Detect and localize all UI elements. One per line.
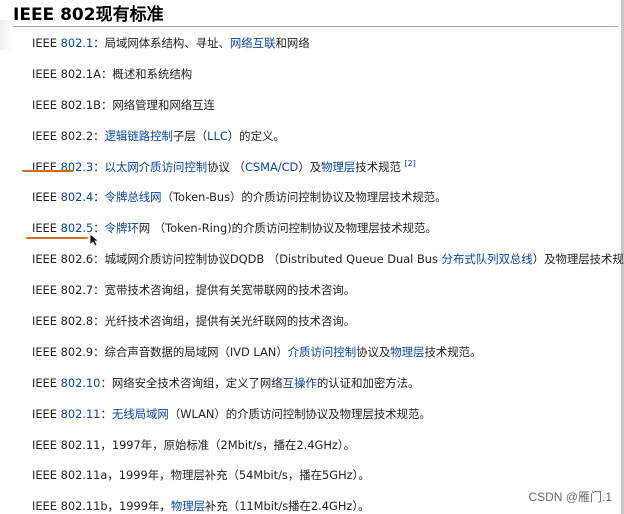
wiki-link[interactable]: 互操作 [283, 376, 317, 390]
item-text: IEEE [32, 36, 61, 50]
wiki-link[interactable]: 介质访问控制 [288, 345, 356, 359]
wiki-link[interactable]: 802.4 [61, 190, 94, 204]
item-text: IEEE 802.1B：网络管理和网络互连 [32, 97, 215, 112]
list-item: IEEE 802.10：网络安全技术咨询组，定义了网络互操作的认证和加密方法。 [32, 370, 622, 401]
item-text: IEEE 802.2： [32, 128, 105, 143]
item-text: ： [100, 406, 112, 421]
item-text: 技术规范。 [424, 344, 482, 359]
wiki-link[interactable]: 物理层 [390, 345, 424, 359]
list-item: IEEE 802.9：综合声音数据的局域网（IVD LAN）介质访问控制协议及物… [32, 339, 622, 370]
item-text: 补充（11Mbit/s播在2.4GHz）。 [205, 499, 370, 514]
item-text: （WLAN）的介质访问控制协议及物理层技术规范。 [168, 406, 431, 421]
item-text: IEEE 802.9：综合声音数据的局域网（IVD LAN） [32, 344, 288, 359]
list-item: IEEE 802.1A：概述和系统结构 [32, 61, 622, 92]
item-text: 和网络 [275, 36, 310, 50]
item-text: IEEE 802.11b，1999年， [32, 499, 171, 514]
annotation-underline-802-5 [26, 237, 88, 239]
item-text: （Token-Bus）的介质访问控制协议及物理层技术规范。 [161, 190, 447, 205]
item-text: IEEE [32, 190, 61, 205]
list-item: IEEE 802.2：逻辑链路控制子层（LLC）的定义。 [32, 123, 622, 154]
list-item: IEEE 802.11，1997年，原始标准（2Mbit/s，播在2.4GHz）… [32, 432, 622, 463]
annotation-underline-802-3 [22, 170, 74, 172]
item-text: 协议 （ [207, 159, 245, 174]
list-item: IEEE 802.1：局域网体系结构、寻址、网络互联和网络 [32, 30, 622, 61]
left-shade [0, 20, 14, 50]
wiki-link[interactable]: 802.11 [61, 407, 101, 421]
wiki-link[interactable]: 逻辑链路控制 [105, 129, 173, 143]
item-text: ）及物理层技术规范。 [532, 252, 624, 267]
watermark: CSDN @雁门.1 [528, 490, 612, 504]
item-text: ： [93, 159, 105, 174]
item-text: ：网络安全技术咨询组，定义了网络 [100, 375, 283, 390]
wiki-link[interactable]: 无线局域网 [112, 407, 169, 421]
standards-list: IEEE 802.1：局域网体系结构、寻址、网络互联和网络 IEEE 802.1A… [32, 30, 624, 514]
item-text: ）及 [298, 159, 322, 174]
item-text: ： [93, 190, 105, 205]
section-heading: IEEE 802现有标准 [13, 5, 164, 25]
item-text: IEEE 802.11，1997年，原始标准（2Mbit/s，播在2.4GHz）… [32, 437, 355, 452]
page: IEEE 802现有标准 IEEE 802.1：局域网体系结构、寻址、网络互联和… [0, 0, 624, 514]
item-text: 的认证和加密方法。 [316, 375, 420, 390]
item-text: IEEE 802.11a，1999年，物理层补充（54Mbit/s，播在5GHz… [32, 468, 370, 483]
item-text: IEEE [32, 221, 61, 236]
item-text: 协议及 [356, 344, 391, 359]
wiki-link[interactable]: 物理层 [321, 160, 355, 174]
wiki-link[interactable]: LLC [207, 129, 228, 143]
item-text: 子层（ [172, 128, 208, 143]
list-item: IEEE 802.6：城域网介质访问控制协议DQDB （Distributed … [32, 246, 624, 277]
wiki-link[interactable]: 物理层 [171, 499, 205, 513]
wiki-link[interactable]: 802.10 [61, 376, 101, 390]
item-text: ：局域网体系结构、寻址、 [93, 36, 230, 50]
wiki-link[interactable]: 令牌总线网 [105, 190, 162, 204]
item-text: 网 （Token-Ring)的介质访问控制协议及物理层技术规范。 [138, 221, 437, 236]
wiki-link[interactable]: CSMA/CD [245, 160, 298, 174]
wiki-link[interactable]: 网络互联 [230, 36, 276, 50]
list-item: IEEE 802.3：以太网介质访问控制协议 （CSMA/CD）及物理层技术规范… [32, 154, 622, 185]
list-item: IEEE 802.5：令牌环网 （Token-Ring)的介质访问控制协议及物理… [32, 215, 622, 246]
list-item: IEEE 802.8：光纤技术咨询组，提供有关光纤联网的技术咨询。 [32, 308, 622, 339]
wiki-link[interactable]: 以太网 [105, 160, 139, 174]
list-item: IEEE 802.1B：网络管理和网络互连 [32, 92, 622, 123]
wiki-link[interactable]: 802.1 [61, 36, 94, 50]
reference-link[interactable]: [2] [404, 159, 415, 168]
item-text: ）的定义。 [227, 128, 285, 143]
wiki-link[interactable]: 令牌环 [105, 221, 139, 235]
item-text: IEEE 802.1A：概述和系统结构 [32, 66, 193, 81]
item-text: IEEE [32, 375, 61, 390]
item-text: IEEE 802.6：城域网介质访问控制协议DQDB （Distributed … [32, 252, 442, 267]
heading-divider [13, 26, 618, 27]
wiki-link[interactable]: 分布式队列双总线 [442, 252, 533, 266]
item-text: IEEE 802.7：宽带技术咨询组，提供有关宽带联网的技术咨询。 [32, 283, 356, 298]
list-item: IEEE 802.7：宽带技术咨询组，提供有关宽带联网的技术咨询。 [32, 277, 622, 308]
mouse-cursor-icon [89, 233, 99, 247]
list-item: IEEE 802.4：令牌总线网（Token-Bus）的介质访问控制协议及物理层… [32, 184, 622, 215]
item-text: IEEE [32, 406, 61, 421]
item-text: 技术规范 [355, 159, 405, 174]
wiki-link[interactable]: 介质访问控制 [139, 160, 207, 174]
item-text: IEEE 802.8：光纤技术咨询组，提供有关光纤联网的技术咨询。 [32, 314, 356, 329]
list-item: IEEE 802.11：无线局域网（WLAN）的介质访问控制协议及物理层技术规范… [32, 401, 622, 432]
